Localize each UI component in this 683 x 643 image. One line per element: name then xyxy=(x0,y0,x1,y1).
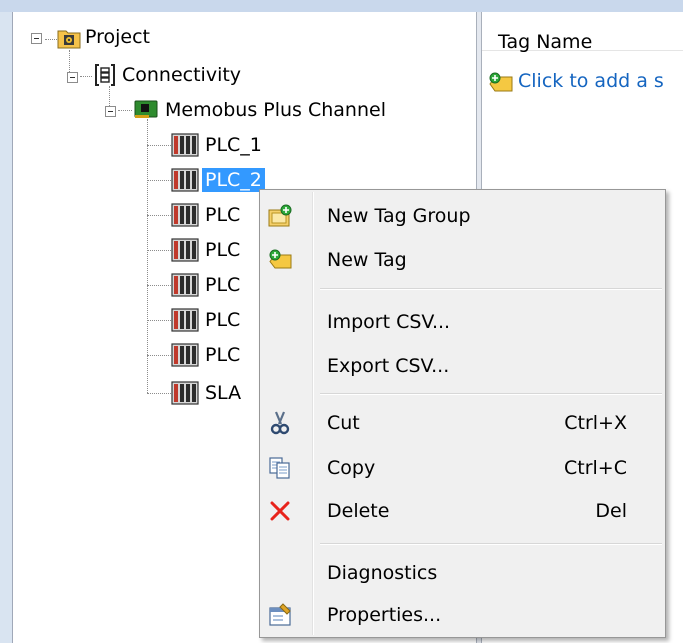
menu-item-diagnostics[interactable]: Diagnostics xyxy=(262,551,663,595)
tree-connector xyxy=(147,250,171,251)
tree-connector xyxy=(147,180,171,181)
menu-separator xyxy=(320,543,662,545)
tree-connector xyxy=(118,110,132,111)
menu-label: Copy xyxy=(327,457,376,479)
menu-shortcut: Ctrl+C xyxy=(564,457,627,479)
menu-label: Cut xyxy=(327,412,360,434)
plc-device-icon xyxy=(171,308,199,332)
menu-item-new-tag-group[interactable]: New Tag Group xyxy=(262,194,663,238)
tree-connector xyxy=(80,76,92,77)
tree-connector xyxy=(45,39,57,40)
tree-node-device[interactable]: PLC xyxy=(202,308,243,332)
new-tag-group-icon xyxy=(268,204,292,227)
tree-node-device[interactable]: PLC xyxy=(202,203,243,227)
tree-node-device-selected[interactable]: PLC_2 xyxy=(202,168,265,192)
tree-node-device[interactable]: PLC_1 xyxy=(202,133,265,157)
menu-item-delete[interactable]: Delete Del xyxy=(262,489,663,533)
column-header-label: Tag Name xyxy=(498,31,593,53)
tree-connector xyxy=(147,119,148,393)
tree-node-channel[interactable]: Memobus Plus Channel xyxy=(162,98,389,122)
tree-connector xyxy=(147,320,171,321)
tree-connector xyxy=(147,393,171,394)
menu-shortcut: Ctrl+X xyxy=(564,412,627,434)
tree-node-connectivity[interactable]: Connectivity xyxy=(119,63,244,87)
plc-device-icon xyxy=(171,381,199,405)
window-frame-top xyxy=(0,0,683,12)
project-collapse-toggle[interactable] xyxy=(31,33,42,44)
channel-collapse-toggle[interactable] xyxy=(105,106,116,117)
plc-device-icon xyxy=(171,168,199,192)
menu-label: Properties... xyxy=(327,604,442,626)
tree-node-device[interactable]: PLC xyxy=(202,238,243,262)
channel-card-icon xyxy=(134,100,158,118)
menu-label: Import CSV... xyxy=(327,311,451,333)
connectivity-icon xyxy=(95,64,115,86)
menu-separator xyxy=(320,393,662,395)
menu-separator xyxy=(320,288,662,290)
menu-item-properties[interactable]: Properties... xyxy=(262,593,663,637)
delete-x-icon xyxy=(270,501,290,521)
plc-device-icon xyxy=(171,203,199,227)
menu-item-copy[interactable]: Copy Ctrl+C xyxy=(262,446,663,490)
context-menu: New Tag Group New Tag Import CSV... Expo… xyxy=(259,189,666,638)
menu-item-new-tag[interactable]: New Tag xyxy=(262,238,663,282)
tree-node-device[interactable]: PLC xyxy=(202,273,243,297)
tree-connector xyxy=(147,215,171,216)
menu-shortcut: Del xyxy=(595,500,627,522)
tree-node-device[interactable]: SLA xyxy=(202,381,244,405)
menu-label: Export CSV... xyxy=(327,355,450,377)
menu-item-export-csv[interactable]: Export CSV... xyxy=(262,344,663,388)
menu-item-import-csv[interactable]: Import CSV... xyxy=(262,300,663,344)
new-tag-icon xyxy=(269,249,292,269)
add-tag-link[interactable]: Click to add a s xyxy=(518,70,664,92)
menu-label: Diagnostics xyxy=(327,562,438,584)
menu-label: New Tag xyxy=(327,249,407,271)
window-frame-left xyxy=(0,12,12,643)
tree-connector xyxy=(147,285,171,286)
scissors-icon xyxy=(270,411,290,435)
connectivity-collapse-toggle[interactable] xyxy=(67,72,78,83)
plc-device-icon xyxy=(171,273,199,297)
menu-label: New Tag Group xyxy=(327,205,471,227)
column-header-tag-name[interactable]: Tag Name xyxy=(482,12,683,53)
plc-device-icon xyxy=(171,238,199,262)
project-folder-icon xyxy=(57,30,81,49)
menu-label: Delete xyxy=(327,500,390,522)
menu-item-cut[interactable]: Cut Ctrl+X xyxy=(262,401,663,445)
tree-node-project[interactable]: Project xyxy=(82,25,153,49)
tree-node-device[interactable]: PLC xyxy=(202,343,243,367)
plc-device-icon xyxy=(171,343,199,367)
plc-device-icon xyxy=(171,133,199,157)
properties-icon xyxy=(269,603,291,626)
tree-connector xyxy=(147,355,171,356)
new-tag-icon xyxy=(489,72,513,92)
copy-icon xyxy=(269,457,290,479)
tree-connector xyxy=(147,145,171,146)
